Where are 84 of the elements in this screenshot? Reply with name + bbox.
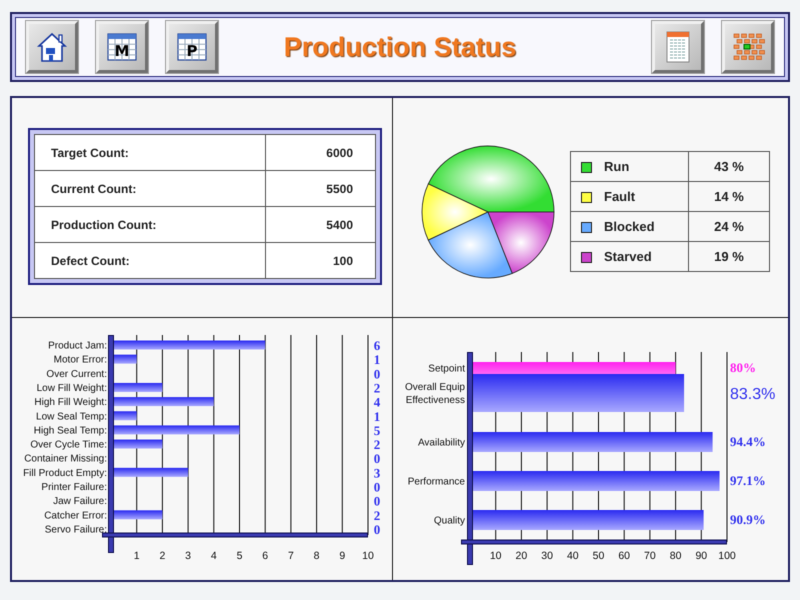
count-label: Defect Count: bbox=[34, 242, 266, 278]
tick-label: 100 bbox=[718, 550, 736, 562]
legend-value: 19 % bbox=[688, 242, 770, 272]
category-label: Printer Failure: bbox=[41, 482, 107, 493]
category-label: Availability bbox=[418, 438, 465, 448]
value-label: 2 bbox=[374, 380, 380, 396]
value-label: 1 bbox=[374, 408, 380, 424]
category-label: Fill Product Empty: bbox=[23, 468, 107, 479]
tick-label: 9 bbox=[339, 550, 346, 562]
value-label: 97.1% bbox=[730, 473, 766, 488]
count-value: 5500 bbox=[266, 170, 376, 206]
category-label: Catcher Error: bbox=[44, 510, 107, 522]
tick-label: 8 bbox=[314, 550, 320, 562]
value-label: 1 bbox=[374, 352, 380, 368]
page-title: Production Status bbox=[282, 32, 518, 62]
legend-label: Fault bbox=[604, 190, 636, 205]
tick-label: 40 bbox=[566, 550, 579, 562]
category-label: Quality bbox=[434, 516, 465, 526]
category-label: Performance bbox=[408, 476, 465, 488]
count-label: Production Count: bbox=[34, 206, 266, 242]
value-label: 94.4% bbox=[730, 434, 766, 449]
tick-label: 30 bbox=[541, 550, 553, 562]
category-label: Motor Error: bbox=[54, 354, 107, 366]
tick-label: 5 bbox=[236, 550, 242, 562]
category-label: Container Missing: bbox=[24, 454, 107, 465]
toolbar-button[interactable] bbox=[652, 21, 704, 73]
bar bbox=[111, 382, 162, 392]
category-label: Setpoint bbox=[428, 364, 465, 374]
value-label: 6 bbox=[374, 338, 380, 353]
legend-value: 24 % bbox=[688, 212, 770, 242]
value-label: 80% bbox=[730, 360, 756, 375]
tick-label: 70 bbox=[644, 550, 656, 562]
value-label: 0 bbox=[374, 494, 380, 509]
value-label: 3 bbox=[374, 465, 380, 480]
legend-value: 43 % bbox=[688, 152, 770, 182]
tick-label: 60 bbox=[618, 550, 630, 562]
value-label: 0 bbox=[374, 522, 380, 537]
value-label: 2 bbox=[374, 508, 380, 523]
toolbar-button[interactable] bbox=[722, 21, 774, 73]
bar bbox=[111, 510, 162, 520]
category-label: Low Fill Weight: bbox=[36, 382, 107, 394]
tick-label: 50 bbox=[592, 550, 604, 562]
category-label: High Fill Weight: bbox=[34, 397, 107, 408]
tick-label: 10 bbox=[490, 550, 502, 562]
value-label: 2 bbox=[374, 437, 380, 452]
toolbar-button[interactable]: M bbox=[96, 21, 148, 73]
category-label: Overall Equip Effectiveness bbox=[404, 382, 465, 406]
tick-label: 10 bbox=[362, 550, 374, 562]
toolbar-button[interactable]: P bbox=[166, 21, 218, 73]
count-value: 6000 bbox=[266, 134, 376, 170]
category-label: Product Jam: bbox=[48, 340, 107, 352]
category-label: Servo Failure: bbox=[44, 524, 107, 536]
tick-label: 2 bbox=[159, 550, 166, 562]
tick-label: 80 bbox=[670, 550, 682, 562]
legend-label: Starved bbox=[604, 250, 652, 265]
count-label: Target Count: bbox=[34, 134, 266, 170]
count-value: 100 bbox=[266, 242, 376, 278]
value-label: 0 bbox=[374, 451, 380, 466]
tick-label: 90 bbox=[695, 550, 708, 562]
category-label: Over Cycle Time: bbox=[30, 440, 107, 451]
value-label: 90.9% bbox=[730, 512, 766, 527]
value-label: 83.3% bbox=[730, 386, 776, 403]
tick-label: 7 bbox=[288, 550, 294, 562]
tick-label: 20 bbox=[516, 550, 528, 562]
legend-label: Blocked bbox=[604, 220, 655, 235]
count-value: 5400 bbox=[266, 206, 376, 242]
tick-label: 1 bbox=[134, 550, 140, 562]
house-icon bbox=[35, 30, 69, 64]
value-label: 5 bbox=[374, 422, 380, 438]
count-label: Current Count: bbox=[34, 170, 266, 206]
value-label: 4 bbox=[374, 394, 380, 410]
value-label: 0 bbox=[374, 366, 380, 382]
home-button[interactable] bbox=[26, 21, 78, 73]
legend-label: Run bbox=[604, 160, 630, 175]
tick-label: 4 bbox=[210, 550, 217, 562]
category-label: Over Current: bbox=[46, 368, 107, 380]
tick-label: 6 bbox=[262, 550, 268, 562]
category-label: Jaw Failure: bbox=[53, 496, 107, 508]
tick-label: 3 bbox=[185, 550, 192, 562]
bar bbox=[111, 440, 162, 449]
value-label: 0 bbox=[374, 480, 380, 494]
category-label: High Seal Temp: bbox=[34, 425, 107, 436]
legend-value: 14 % bbox=[688, 182, 770, 212]
category-label: Low Seal Temp: bbox=[36, 411, 107, 422]
